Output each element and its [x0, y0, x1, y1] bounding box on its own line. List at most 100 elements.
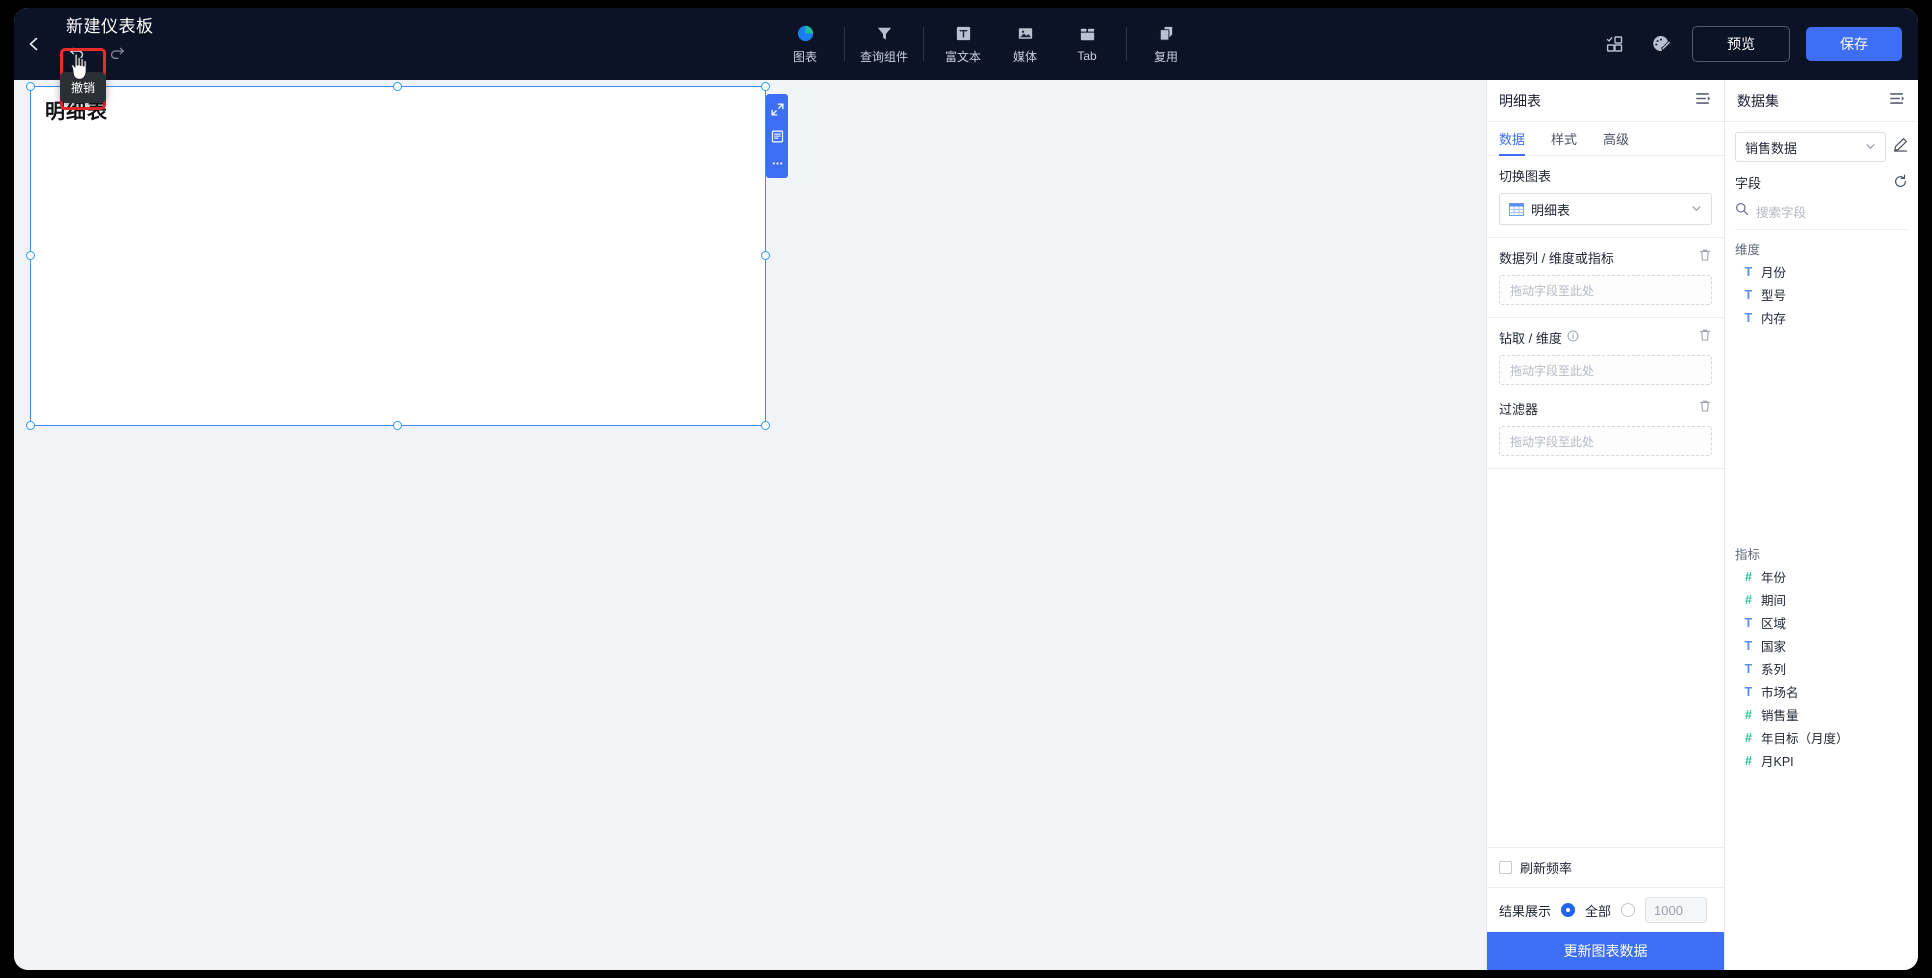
field-item[interactable]: T 系列: [1735, 657, 1908, 680]
resize-handle-bottom-left[interactable]: [26, 421, 35, 430]
dataset-select-row: 销售数据: [1735, 132, 1908, 162]
field-type-icon: T: [1744, 264, 1753, 279]
field-name: 年份: [1761, 571, 1787, 585]
history-controls: [66, 41, 154, 63]
layout-button[interactable]: [1600, 29, 1630, 59]
tool-media[interactable]: 媒体: [994, 24, 1056, 65]
field-type-icon: #: [1745, 569, 1752, 584]
properties-panel-header: 明细表: [1487, 80, 1724, 122]
expand-icon[interactable]: [769, 101, 785, 117]
pencil-icon[interactable]: [1893, 137, 1908, 157]
theme-button[interactable]: [1646, 29, 1676, 59]
field-item[interactable]: T 国家: [1735, 634, 1908, 657]
tab-data[interactable]: 数据: [1499, 122, 1526, 156]
undo-button[interactable]: [66, 41, 88, 63]
field-name: 月份: [1761, 266, 1787, 280]
switch-chart-select[interactable]: 明细表: [1499, 193, 1712, 225]
properties-tabs: 数据 样式 高级: [1487, 122, 1724, 156]
measure-group-label: 指标: [1735, 548, 1761, 562]
properties-spacer: [1487, 469, 1724, 847]
preview-button[interactable]: 预览: [1692, 26, 1790, 62]
field-name: 系列: [1761, 663, 1787, 677]
collapse-panel-icon[interactable]: [1695, 90, 1712, 112]
filter-label: 过滤器: [1499, 402, 1539, 417]
save-button[interactable]: 保存: [1806, 27, 1902, 61]
dataset-select[interactable]: 销售数据: [1735, 132, 1886, 162]
data-columns-section: 数据列 / 维度或指标 拖动字段至此处: [1487, 238, 1724, 318]
tool-query-widget[interactable]: 查询组件: [853, 24, 915, 65]
tool-tab-label: Tab: [1077, 49, 1097, 63]
tool-media-label: 媒体: [1012, 49, 1037, 64]
result-limit-input[interactable]: 1000: [1645, 897, 1708, 923]
switch-chart-label: 切换图表: [1499, 169, 1552, 184]
more-icon[interactable]: [769, 155, 785, 171]
tool-chart[interactable]: 图表: [774, 24, 836, 65]
table-grid-icon: [1509, 202, 1524, 216]
field-search-row[interactable]: 搜索字段: [1735, 197, 1908, 230]
field-item[interactable]: T 区域: [1735, 611, 1908, 634]
field-name: 年目标（月度）: [1761, 732, 1849, 746]
chevron-left-icon: [29, 37, 38, 51]
tool-tab[interactable]: Tab: [1056, 25, 1118, 63]
drill-dropzone[interactable]: 拖动字段至此处: [1499, 355, 1712, 385]
info-icon[interactable]: [1567, 329, 1579, 347]
trash-icon[interactable]: [1698, 248, 1712, 267]
field-name: 市场名: [1761, 686, 1799, 700]
switch-chart-value: 明细表: [1531, 202, 1571, 218]
trash-icon[interactable]: [1698, 399, 1712, 418]
field-type-icon: #: [1745, 753, 1752, 768]
field-item[interactable]: T 型号: [1735, 283, 1908, 306]
field-item[interactable]: T 市场名: [1735, 680, 1908, 703]
refresh-frequency-checkbox[interactable]: [1499, 861, 1512, 874]
switch-chart-section: 切换图表 明细表: [1487, 156, 1724, 238]
field-item[interactable]: T 月份: [1735, 260, 1908, 283]
field-item[interactable]: T 内存: [1735, 306, 1908, 329]
tool-rich-text[interactable]: 富文本: [932, 24, 994, 65]
resize-handle-bottom-right[interactable]: [761, 421, 770, 430]
result-all-label: 全部: [1585, 903, 1612, 919]
dashboard-canvas[interactable]: 明细表: [14, 80, 1486, 970]
tab-advanced[interactable]: 高级: [1603, 122, 1629, 156]
fields-label: 字段: [1735, 176, 1762, 191]
refresh-icon[interactable]: [1893, 174, 1908, 192]
filter-dropzone[interactable]: 拖动字段至此处: [1499, 426, 1712, 456]
result-limit-radio[interactable]: [1621, 903, 1636, 917]
right-toolbar: 预览 保存: [1600, 8, 1902, 80]
filter-icon: [877, 27, 891, 40]
field-type-icon: T: [1744, 287, 1753, 302]
resize-handle-middle-left[interactable]: [26, 251, 35, 260]
redo-button[interactable]: [106, 41, 128, 63]
update-chart-data-button[interactable]: 更新图表数据: [1487, 932, 1724, 970]
field-name: 期间: [1761, 594, 1787, 608]
field-item[interactable]: # 年目标（月度）: [1735, 726, 1908, 749]
trash-icon[interactable]: [1698, 328, 1712, 347]
resize-handle-bottom-center[interactable]: [393, 421, 402, 430]
page-title: 新建仪表板: [66, 17, 154, 36]
chart-widget[interactable]: 明细表: [30, 86, 766, 426]
undo-icon: [70, 47, 84, 59]
dataset-panel: 数据集 销售数据 字段 搜索字段 维度 T 月份 T 型号 T 内存 指标 # …: [1724, 80, 1918, 970]
field-item[interactable]: # 销售量: [1735, 703, 1908, 726]
resize-handle-top-center[interactable]: [393, 82, 402, 91]
field-search-input[interactable]: 搜索字段: [1756, 202, 1806, 221]
data-columns-header: 数据列 / 维度或指标: [1499, 248, 1712, 267]
dataset-panel-title: 数据集: [1737, 92, 1779, 109]
palette-icon: [1653, 36, 1672, 52]
field-item[interactable]: # 年份: [1735, 565, 1908, 588]
resize-handle-top-left[interactable]: [26, 82, 35, 91]
detail-icon[interactable]: [769, 128, 785, 144]
field-name: 销售量: [1761, 709, 1799, 723]
tool-reuse[interactable]: 复用: [1135, 24, 1197, 65]
field-item[interactable]: # 月KPI: [1735, 749, 1908, 772]
back-button[interactable]: [14, 8, 54, 80]
tab-style[interactable]: 样式: [1551, 122, 1577, 156]
collapse-panel-icon[interactable]: [1889, 90, 1906, 112]
data-columns-dropzone[interactable]: 拖动字段至此处: [1499, 275, 1712, 305]
tool-rich-text-label: 富文本: [944, 49, 981, 64]
resize-handle-top-right[interactable]: [761, 82, 770, 91]
dataset-panel-header: 数据集: [1725, 80, 1918, 122]
result-all-radio[interactable]: [1561, 903, 1576, 917]
field-name: 型号: [1761, 289, 1787, 303]
resize-handle-middle-right[interactable]: [761, 251, 770, 260]
field-item[interactable]: # 期间: [1735, 588, 1908, 611]
